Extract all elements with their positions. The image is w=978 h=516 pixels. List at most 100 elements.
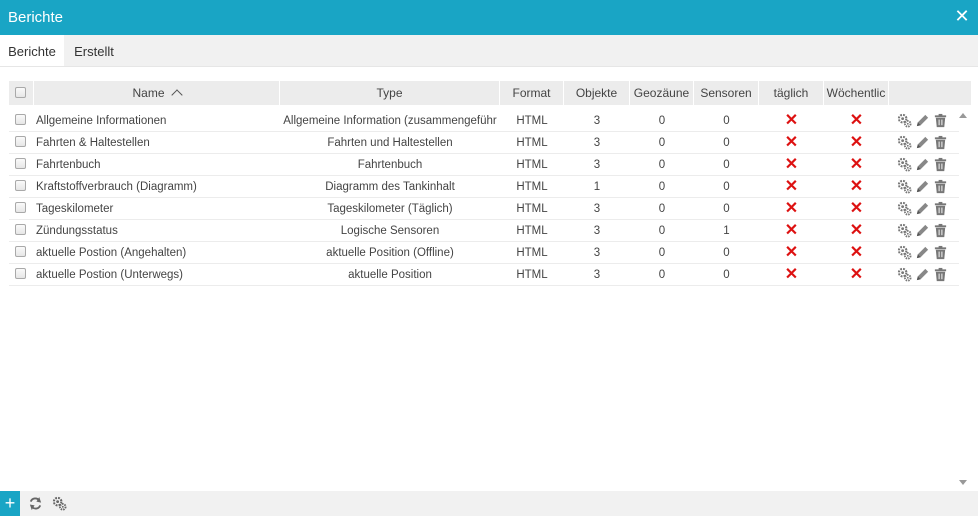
header-select-all-cell bbox=[9, 81, 34, 105]
cell-taglich: ✕ bbox=[759, 154, 824, 176]
gears-icon[interactable] bbox=[897, 135, 912, 150]
cell-wochentlich: ✕ bbox=[824, 154, 889, 176]
window-titlebar: Berichte ✕ bbox=[0, 0, 978, 35]
tab-berichte[interactable]: Berichte bbox=[0, 35, 64, 66]
row-checkbox[interactable] bbox=[15, 268, 26, 279]
pencil-icon[interactable] bbox=[915, 157, 930, 172]
cell-type: Allgemeine Information (zusammengeführ bbox=[283, 115, 497, 127]
cell-type: aktuelle Position bbox=[348, 269, 432, 281]
trash-icon[interactable] bbox=[933, 179, 948, 194]
trash-icon[interactable] bbox=[933, 157, 948, 172]
table-row[interactable]: Kraftstoffverbrauch (Diagramm) Diagramm d… bbox=[9, 176, 959, 198]
trash-icon[interactable] bbox=[933, 113, 948, 128]
pencil-icon[interactable] bbox=[915, 245, 930, 260]
cell-geozaune: 0 bbox=[658, 225, 666, 237]
trash-icon[interactable] bbox=[933, 267, 948, 282]
pencil-icon[interactable] bbox=[915, 135, 930, 150]
scroll-down-arrow-icon[interactable] bbox=[959, 480, 967, 485]
x-icon: ✕ bbox=[784, 156, 799, 173]
gears-icon[interactable] bbox=[897, 245, 912, 260]
gears-icon[interactable] bbox=[897, 201, 912, 216]
cell-geozaune: 0 bbox=[658, 159, 666, 171]
row-checkbox[interactable] bbox=[15, 158, 26, 169]
cell-geozaune: 0 bbox=[658, 269, 666, 281]
footer-toolbar: + bbox=[0, 491, 978, 516]
gears-icon[interactable] bbox=[897, 157, 912, 172]
window-title: Berichte bbox=[8, 9, 64, 26]
select-all-checkbox[interactable] bbox=[15, 87, 26, 98]
cell-objekte: 3 bbox=[593, 159, 601, 171]
table-row[interactable]: Tageskilometer Tageskilometer (Täglich) HT… bbox=[9, 198, 959, 220]
row-checkbox[interactable] bbox=[15, 180, 26, 191]
table-row[interactable]: Allgemeine Informationen Allgemeine Infor… bbox=[9, 110, 959, 132]
gears-icon[interactable] bbox=[897, 223, 912, 238]
column-header-name[interactable]: Name bbox=[34, 81, 280, 105]
cell-sensoren: 0 bbox=[723, 159, 730, 171]
cell-wochentlich: ✕ bbox=[824, 220, 889, 242]
tab-bar: Berichte Erstellt bbox=[0, 35, 978, 67]
column-header-geozaune[interactable]: Geozäune bbox=[630, 81, 694, 105]
cell-format: HTML bbox=[516, 247, 548, 259]
column-header-format[interactable]: Format bbox=[500, 81, 564, 105]
column-header-wochentlich[interactable]: Wöchentlic bbox=[824, 81, 889, 105]
gears-icon[interactable] bbox=[897, 179, 912, 194]
x-icon: ✕ bbox=[784, 112, 799, 129]
add-report-button[interactable]: + bbox=[0, 491, 20, 516]
trash-icon[interactable] bbox=[933, 245, 948, 260]
x-icon: ✕ bbox=[849, 266, 864, 283]
cell-format: HTML bbox=[516, 115, 548, 127]
row-checkbox[interactable] bbox=[15, 202, 26, 213]
vertical-scrollbar[interactable] bbox=[955, 108, 970, 489]
trash-icon[interactable] bbox=[933, 223, 948, 238]
cell-type: Diagramm des Tankinhalt bbox=[325, 181, 455, 193]
pencil-icon[interactable] bbox=[915, 223, 930, 238]
cell-sensoren: 0 bbox=[723, 247, 730, 259]
cell-taglich: ✕ bbox=[759, 176, 824, 198]
pencil-icon[interactable] bbox=[915, 201, 930, 216]
table-row[interactable]: Fahrten & Haltestellen Fahrten und Haltes… bbox=[9, 132, 959, 154]
row-checkbox[interactable] bbox=[15, 114, 26, 125]
trash-icon[interactable] bbox=[933, 201, 948, 216]
x-icon: ✕ bbox=[784, 134, 799, 151]
cell-geozaune: 0 bbox=[658, 247, 666, 259]
gears-icon[interactable] bbox=[897, 113, 912, 128]
cell-name: Tageskilometer bbox=[36, 203, 114, 215]
cell-wochentlich: ✕ bbox=[824, 132, 889, 154]
pencil-icon[interactable] bbox=[915, 113, 930, 128]
cell-taglich: ✕ bbox=[759, 242, 824, 264]
gears-icon[interactable] bbox=[897, 267, 912, 282]
pencil-icon[interactable] bbox=[915, 267, 930, 282]
trash-icon[interactable] bbox=[933, 135, 948, 150]
pencil-icon[interactable] bbox=[915, 179, 930, 194]
table-row[interactable]: Zündungsstatus Logische Sensoren HTML 3 0 1 ✕ ✕ bbox=[9, 220, 959, 242]
cell-objekte: 3 bbox=[593, 115, 601, 127]
cell-sensoren: 0 bbox=[723, 137, 730, 149]
table-row[interactable]: Fahrtenbuch Fahrtenbuch HTML 3 0 0 ✕ ✕ bbox=[9, 154, 959, 176]
close-icon[interactable]: ✕ bbox=[952, 6, 972, 26]
sort-ascending-icon bbox=[170, 89, 183, 101]
cell-geozaune: 0 bbox=[658, 115, 666, 127]
x-icon: ✕ bbox=[784, 200, 799, 217]
column-header-taglich[interactable]: täglich bbox=[759, 81, 824, 105]
cell-wochentlich: ✕ bbox=[824, 110, 889, 132]
scroll-up-arrow-icon[interactable] bbox=[959, 113, 967, 118]
row-checkbox[interactable] bbox=[15, 224, 26, 235]
tab-erstellt[interactable]: Erstellt bbox=[64, 35, 124, 66]
column-header-type[interactable]: Type bbox=[280, 81, 500, 105]
cell-name: Fahrtenbuch bbox=[36, 159, 101, 171]
column-header-objekte[interactable]: Objekte bbox=[564, 81, 630, 105]
x-icon: ✕ bbox=[849, 222, 864, 239]
refresh-icon[interactable] bbox=[28, 496, 43, 511]
row-checkbox[interactable] bbox=[15, 246, 26, 257]
cell-name: Kraftstoffverbrauch (Diagramm) bbox=[36, 181, 197, 193]
cell-sensoren: 1 bbox=[723, 225, 730, 237]
table-row[interactable]: aktuelle Postion (Unterwegs) aktuelle Pos… bbox=[9, 264, 959, 286]
table-row[interactable]: aktuelle Postion (Angehalten) aktuelle Po… bbox=[9, 242, 959, 264]
row-checkbox[interactable] bbox=[15, 136, 26, 147]
column-header-sensoren[interactable]: Sensoren bbox=[694, 81, 759, 105]
cell-name: Allgemeine Informationen bbox=[36, 115, 167, 127]
x-icon: ✕ bbox=[849, 156, 864, 173]
cell-name: aktuelle Postion (Angehalten) bbox=[36, 247, 187, 259]
gears-icon[interactable] bbox=[52, 496, 67, 511]
cell-format: HTML bbox=[516, 203, 548, 215]
